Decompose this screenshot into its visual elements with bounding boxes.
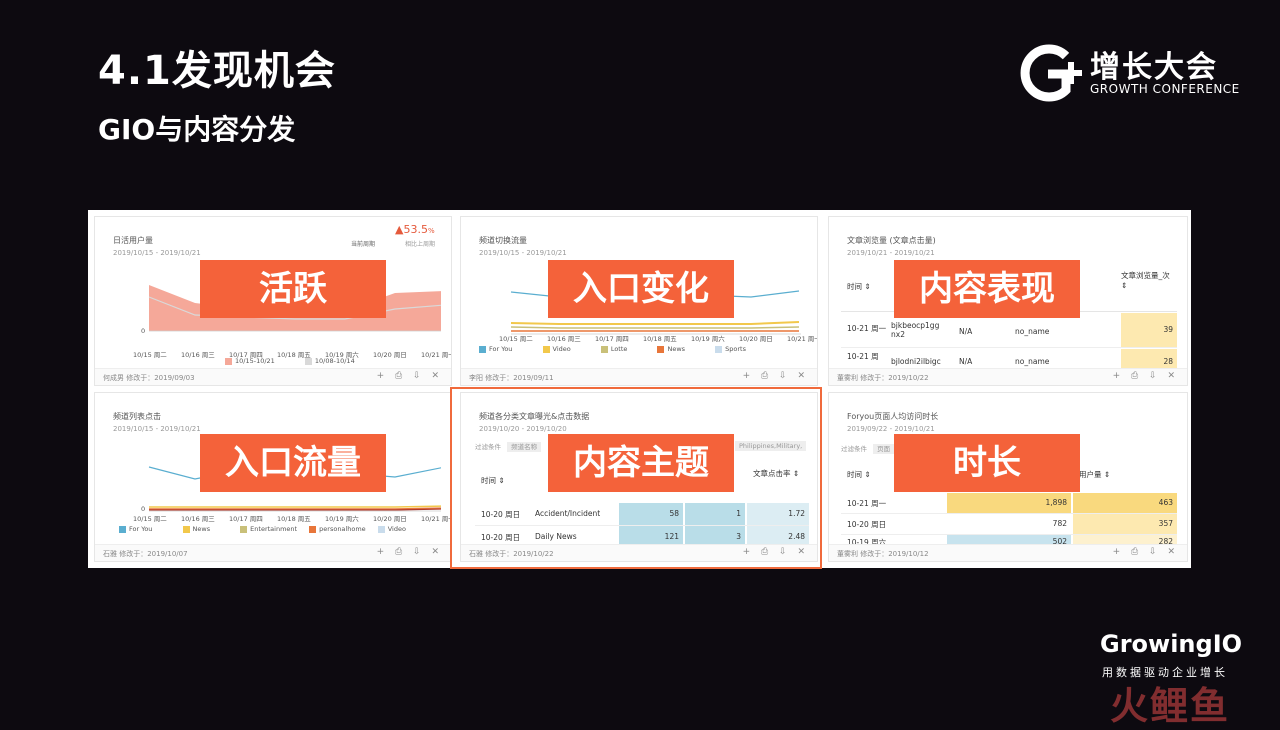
y-zero: 0 [141,505,146,513]
x-tick-label: 10/20 周日 [739,335,773,343]
x-tick-label: 10/16 周三 [547,335,581,343]
x-tick-label: 10/16 周三 [181,515,215,523]
panel-date: 2019/10/15 - 2019/10/21 [113,249,201,257]
x-tick-label: 10/17 周四 [595,335,629,343]
x-tick-label: 10/18 周五 [277,515,311,523]
legend-item: Sports [715,345,746,353]
metric-current-label: 当前周期 [351,241,376,248]
panel-date: 2019/10/15 - 2019/10/21 [113,425,201,433]
legend: For You Video Lotte News Sports [479,345,774,353]
y-zero: 0 [141,327,146,335]
legend: For You News Entertainment personalhome … [119,525,416,533]
legend-item: 10/15-10/21 [225,357,275,365]
series-personalhome [149,507,441,510]
series-news [149,505,441,508]
footer-tool-icons[interactable]: + ⎙ ⇩ ✕ [377,371,443,381]
x-tick-label: 10/19 周六 [691,335,725,343]
logo-cn-text: 增长大会 [1090,50,1218,85]
table-row[interactable]: 10-21 周一 1,898 463 [841,493,1177,514]
tag-active: 活跃 [200,260,386,318]
x-tick-label: 10/21 周一 [421,515,452,523]
table-header-time: 时间 ⇕ [847,282,871,291]
legend-item: Entertainment [240,525,297,533]
slide-subtitle: GIO与内容分发 [98,113,296,146]
panel-editor: 李阳 修改于：2019/09/11 [469,374,554,382]
x-tick-label: 10/15 周二 [499,335,533,343]
table-header-users: 用户量 ⇕ [1079,470,1111,479]
tag-entry-traffic: 入口流量 [200,434,386,492]
x-tick-label: 10/20 周日 [373,515,407,523]
legend-item: 10/08-10/14 [304,357,355,365]
x-tick-label: 10/18 周五 [643,335,677,343]
panel-footer: 何成男 修改于：2019/09/03 + ⎙ ⇩ ✕ [95,368,451,385]
gc-logo-icon [1020,44,1082,102]
tag-content-performance: 内容表现 [894,260,1080,318]
legend-item: Video [542,345,571,353]
logo-en-text: GROWTH CONFERENCE [1090,82,1240,96]
table-row[interactable]: 10-21 周一 bjkbeocp1ggnx2 N/A no_name 39 [841,313,1177,348]
legend-item: For You [119,525,152,533]
panel-editor: 何成男 修改于：2019/09/03 [103,374,195,382]
legend-item: personalhome [309,525,366,533]
tag-duration: 时长 [894,434,1080,492]
x-tick-label: 10/17 周四 [229,515,263,523]
panel-footer: 董雾利 修改于：2019/10/12 + ⎙ ⇩ ✕ [829,544,1187,561]
metric-compare-label: 相比上周期 [405,241,436,248]
watermark: 火鲤鱼 [1110,684,1231,728]
panel-editor: 董雾利 修改于：2019/10/12 [837,550,929,558]
metric-change: ▲53.5% [395,223,435,236]
filter-bar: 过滤条件 页面 [841,443,895,454]
panel-date: 2019/10/15 - 2019/10/21 [479,249,567,257]
x-tick-label: 10/16 周三 [181,351,215,359]
growth-conference-logo: 增长大会 GROWTH CONFERENCE [1016,42,1246,102]
table-row[interactable]: 10-21 周 bjlodni2ilbigc N/A no_name 28 [841,349,1177,369]
footer-tool-icons[interactable]: + ⎙ ⇩ ✕ [743,371,809,381]
legend-item: Lotte [600,345,627,353]
panel-footer: 石雅 修改于：2019/10/07 + ⎙ ⇩ ✕ [95,544,451,561]
panel-footer: 董雾利 修改于：2019/10/22 + ⎙ ⇩ ✕ [829,368,1187,385]
footer-tool-icons[interactable]: + ⎙ ⇩ ✕ [1113,547,1179,557]
slide-title: 4.1发现机会 [98,48,336,94]
legend-item: News [182,525,210,533]
table-row[interactable]: 10-20 周日 782 357 [841,514,1177,535]
panel-editor: 石雅 修改于：2019/10/07 [103,550,188,558]
panel-date: 2019/10/21 - 2019/10/21 [847,249,935,257]
x-tick-label: 10/21 周一 [421,351,452,359]
panel-footer: 李阳 修改于：2019/09/11 + ⎙ ⇩ ✕ [461,368,817,385]
tag-content-theme: 内容主题 [548,434,734,492]
panel-title: Foryou页面人均访问时长 [847,412,939,421]
panel-title: 频道切换流量 [479,236,527,245]
x-tick-label: 10/19 周六 [325,515,359,523]
x-tick-label: 10/21 周一 [787,335,818,343]
panel-title: 频道列表点击 [113,412,161,421]
panel-title: 文章浏览量 (文章点击量) [847,236,936,245]
x-tick-label: 10/15 周二 [133,515,167,523]
panel-title: 日活用户量 [113,236,153,245]
legend-item: For You [479,345,512,353]
panel-date: 2019/09/22 - 2019/10/21 [847,425,935,433]
x-tick-label: 10/15 周二 [133,351,167,359]
footer-tool-icons[interactable]: + ⎙ ⇩ ✕ [1113,371,1179,381]
table-header-views: 文章浏览量_次 ⇕ [1121,271,1170,290]
legend: 10/15-10/21 10/08-10/14 [225,357,383,365]
tag-entry-change: 入口变化 [548,260,734,318]
legend-item: News [657,345,685,353]
growingio-logo: GrowingIO [1100,630,1243,658]
series-lotte [510,326,800,329]
table-header-time: 时间 ⇕ [847,470,871,479]
filter-chip[interactable]: 页面 [873,444,895,454]
series-video [510,321,800,325]
footer-tool-icons[interactable]: + ⎙ ⇩ ✕ [377,547,443,557]
legend-item: Video [377,525,406,533]
panel-editor: 董雾利 修改于：2019/10/22 [837,374,929,382]
